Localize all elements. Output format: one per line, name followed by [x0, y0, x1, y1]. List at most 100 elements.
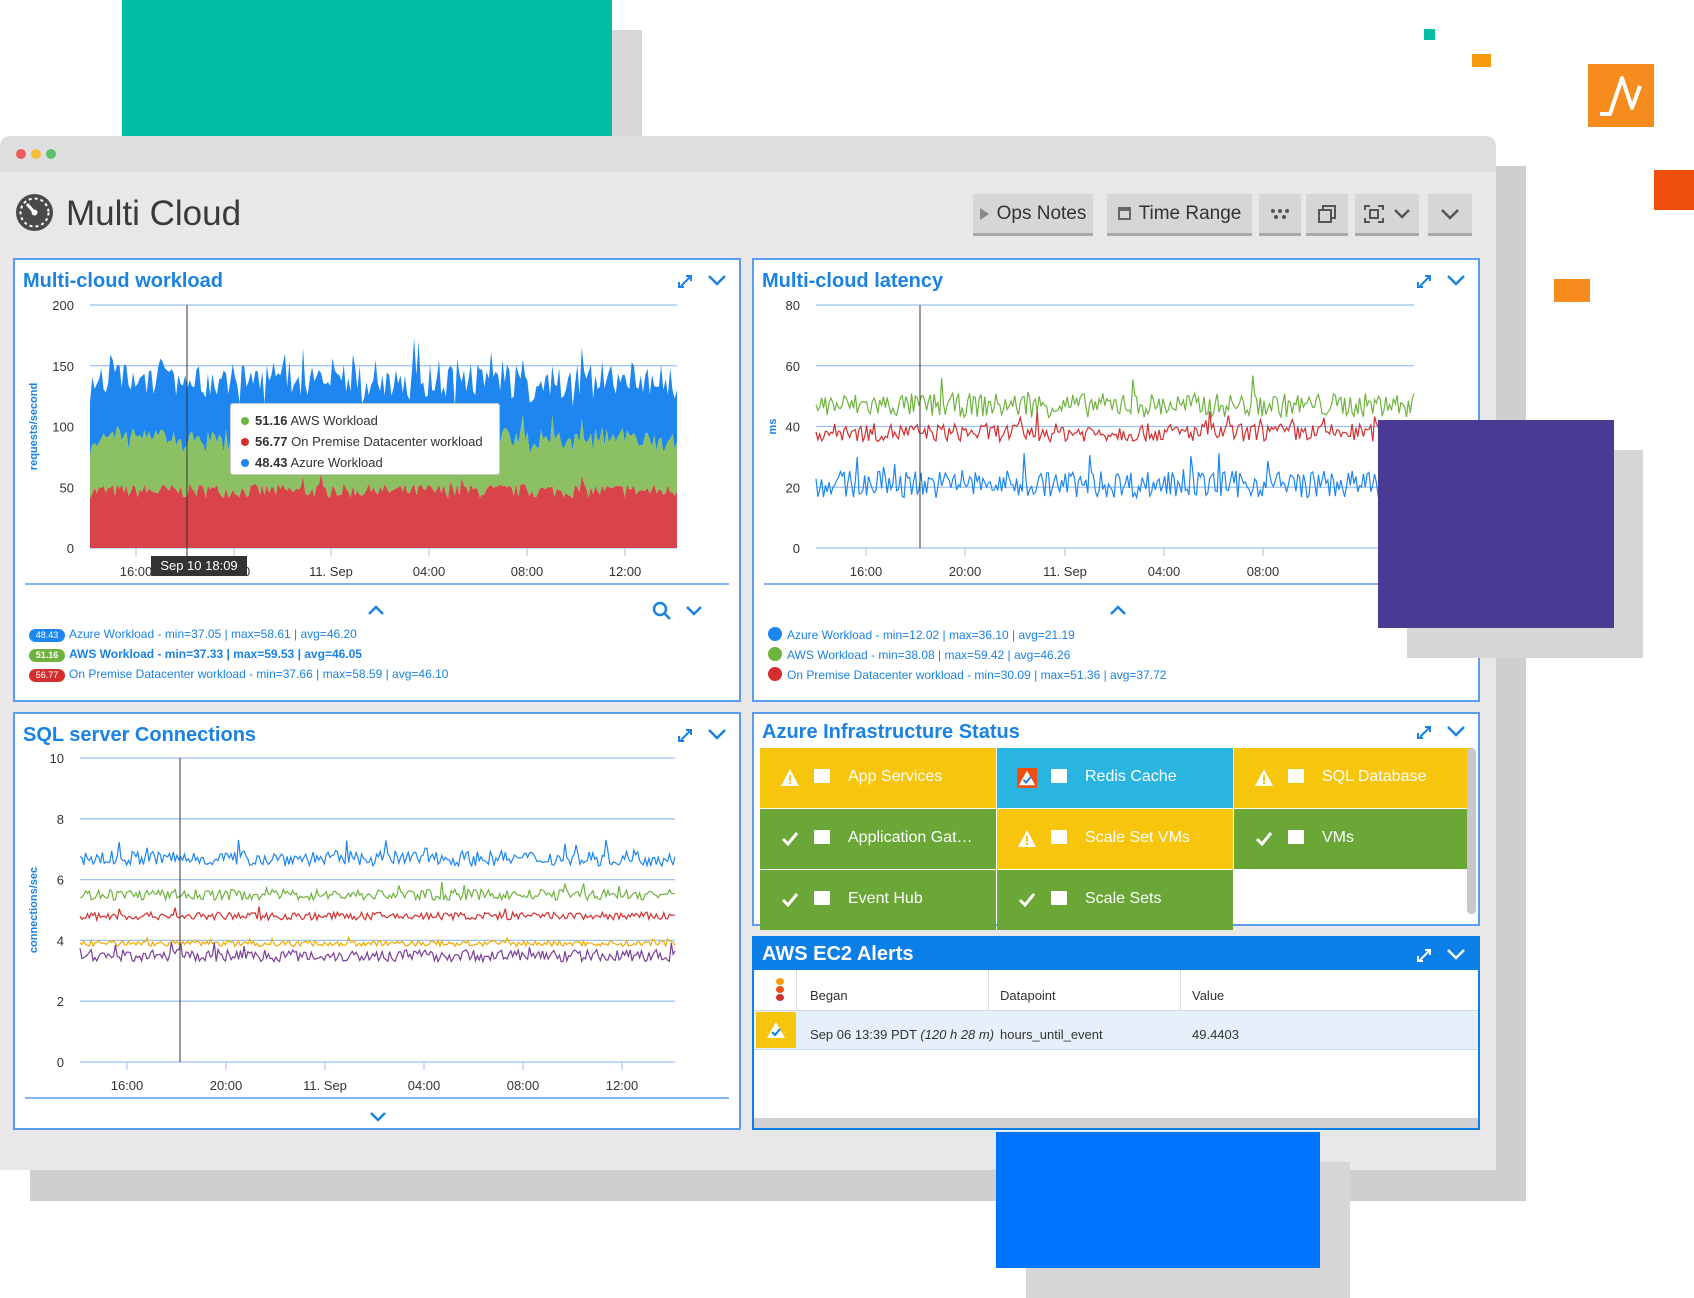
check-icon	[781, 832, 799, 847]
y-axis-label: connections/sec	[28, 867, 40, 953]
chevron-down-icon	[1394, 208, 1410, 219]
tile-scrollbar[interactable]	[1467, 748, 1476, 914]
tile-label: Application Gat…	[848, 829, 973, 846]
cursor-time-label: Sep 10 18:09	[151, 556, 247, 576]
clone-button[interactable]	[1306, 194, 1348, 236]
decor-red-square	[1654, 170, 1694, 210]
line-series-azure	[815, 453, 1415, 500]
legend-item-aws[interactable]: 51.16 AWS Workload - min=37.33 | max=59.5…	[29, 647, 362, 662]
latency-panel: Multi-cloud latency 80 60 40 20 0 16:00 20:00 1…	[752, 258, 1480, 702]
status-tile[interactable]: App Services	[760, 748, 996, 808]
more-menu-button[interactable]	[1428, 194, 1472, 236]
decor-teal-square	[1424, 29, 1435, 40]
folder-icon	[814, 769, 830, 783]
tile-label: VMs	[1322, 829, 1354, 846]
x-tick-label: 12:00	[606, 1078, 639, 1093]
y-tick-label: 80	[786, 298, 800, 313]
col-header-datapoint[interactable]: Datapoint	[1000, 988, 1056, 1003]
line-series-1	[79, 839, 676, 868]
expand-icon[interactable]	[678, 729, 692, 742]
chevron-down-icon[interactable]	[1447, 726, 1465, 737]
x-tick-label: 20:00	[210, 1078, 243, 1093]
panel-controls	[1417, 726, 1465, 739]
tile-label: Scale Set VMs	[1085, 829, 1190, 846]
x-tick-label: 16:00	[850, 564, 883, 579]
horizontal-scrollbar[interactable]	[754, 1118, 1478, 1128]
y-axis-label: ms	[767, 419, 779, 435]
status-tile[interactable]: Scale Sets	[997, 870, 1233, 930]
layout-dots-button[interactable]	[1259, 194, 1301, 236]
legend-item-azure[interactable]: Azure Workload - min=12.02 | max=36.10 |…	[768, 627, 1075, 642]
legend-item-aws[interactable]: AWS Workload - min=38.08 | max=59.42 | a…	[768, 647, 1070, 662]
alert-status-icon	[1017, 768, 1037, 788]
expand-icon[interactable]	[1417, 949, 1431, 962]
alert-severity-badge[interactable]	[756, 1012, 796, 1048]
copy-icon	[1318, 204, 1336, 223]
status-tile[interactable]: Event Hub	[760, 870, 996, 930]
minimize-dot-icon[interactable]	[31, 149, 41, 159]
legend-item-onprem[interactable]: On Premise Datacenter workload - min=30.…	[768, 667, 1166, 682]
line-series-aws	[815, 375, 1415, 420]
legend-item-onprem[interactable]: 56.77 On Premise Datacenter workload - mi…	[29, 667, 448, 682]
time-range-label: Time Range	[1138, 202, 1242, 224]
sql-chart: 10 8 6 4 2 0 16:00 20:00 11. Sep 04:00 08:00 12:00 c…	[25, 751, 729, 1099]
dots-grid-icon	[1271, 208, 1289, 219]
col-header-began[interactable]: Began	[810, 988, 848, 1003]
check-icon	[1255, 832, 1273, 847]
x-tick-label: 08:00	[511, 564, 544, 579]
expand-icon[interactable]	[678, 275, 692, 288]
time-range-button[interactable]: Time Range	[1107, 194, 1252, 236]
y-tick-label: 0	[57, 1055, 64, 1070]
status-tile[interactable]: Redis Cache	[997, 748, 1233, 808]
x-tick-label: 08:00	[1247, 564, 1280, 579]
fullscreen-menu-button[interactable]	[1355, 194, 1419, 236]
dashboard-title: Multi Cloud	[66, 194, 242, 233]
ops-notes-button[interactable]: Ops Notes	[973, 194, 1093, 236]
panel-title: Azure Infrastructure Status	[762, 721, 1020, 743]
collapse-chevron-up-icon[interactable]	[1109, 605, 1127, 616]
folder-icon	[814, 830, 830, 844]
expand-icon[interactable]	[1417, 726, 1431, 739]
warning-icon	[1018, 830, 1036, 847]
check-icon	[1018, 893, 1036, 908]
decor-purple-block	[1378, 420, 1614, 628]
expand-icon[interactable]	[1417, 275, 1431, 288]
decor-teal-block	[122, 0, 612, 136]
status-tile[interactable]: SQL Database	[1234, 748, 1470, 808]
col-header-value[interactable]: Value	[1192, 988, 1224, 1003]
y-tick-label: 150	[52, 359, 74, 374]
fullscreen-icon	[1364, 204, 1384, 223]
collapse-chevron-up-icon[interactable]	[367, 605, 385, 616]
x-tick-label: 12:00	[609, 564, 642, 579]
y-tick-label: 0	[67, 541, 74, 556]
x-tick-label: 16:00	[111, 1078, 144, 1093]
x-tick-label: 16:00	[120, 564, 153, 579]
zoom-dot-icon[interactable]	[46, 149, 56, 159]
dashboard-window: Multi Cloud Ops Notes Time Range Multi-c…	[0, 136, 1496, 1170]
panel-title: AWS EC2 Alerts	[762, 943, 914, 965]
legend-chevron-down-icon[interactable]	[685, 605, 703, 616]
chevron-down-icon[interactable]	[708, 275, 726, 286]
sql-panel: SQL server Connections 10 8 6 4 2 0 16:00 20:00…	[13, 712, 741, 1130]
cell-began: Sep 06 13:39 PDT (120 h 28 m)	[810, 1027, 995, 1042]
status-tile[interactable]: Scale Set VMs	[997, 809, 1233, 869]
chevron-down-icon[interactable]	[708, 729, 726, 740]
status-tile[interactable]: Application Gat…	[760, 809, 996, 869]
y-tick-label: 50	[60, 480, 74, 495]
x-tick-label: 11. Sep	[1043, 564, 1087, 579]
y-axis-label: requests/second	[28, 383, 40, 470]
status-tile[interactable]: VMs	[1234, 809, 1470, 869]
chevron-down-icon[interactable]	[1447, 949, 1465, 960]
zoom-search-icon[interactable]	[652, 601, 672, 621]
play-icon	[979, 207, 989, 220]
alerts-panel: AWS EC2 Alerts Began Datapoint Value Sep…	[752, 936, 1480, 1130]
legend-item-azure[interactable]: 48.43 Azure Workload - min=37.05 | max=58…	[29, 627, 357, 642]
folder-icon	[1051, 891, 1067, 905]
folder-icon	[1051, 769, 1067, 783]
expand-legend-chevron-icon[interactable]	[369, 1111, 387, 1122]
latency-chart: 80 60 40 20 0 16:00 20:00 11. Sep 04:00 08:00 ms	[764, 298, 1468, 585]
close-dot-icon[interactable]	[16, 149, 26, 159]
y-tick-label: 8	[57, 812, 64, 827]
ops-notes-label: Ops Notes	[996, 202, 1087, 224]
chevron-down-icon[interactable]	[1447, 275, 1465, 286]
